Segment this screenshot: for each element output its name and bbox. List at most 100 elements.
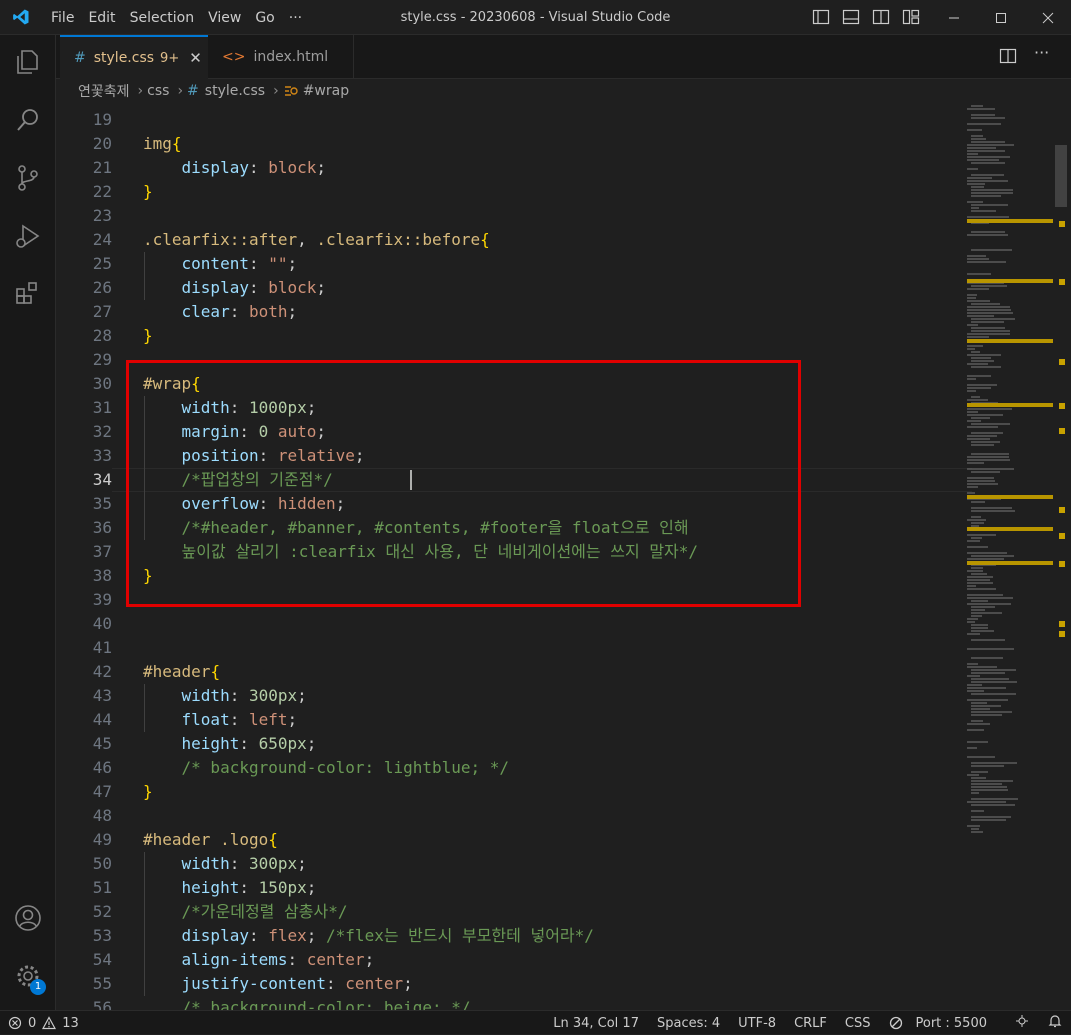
minimap-line: [967, 255, 986, 257]
split-editor-icon[interactable]: [999, 47, 1019, 67]
line-number: 27: [92, 302, 112, 321]
line-number: 32: [92, 422, 112, 441]
minimap-line: [971, 714, 1002, 716]
minimap-line: [971, 816, 1011, 818]
menu-edit[interactable]: Edit: [81, 10, 122, 26]
minimap-line: [967, 348, 975, 350]
minimap-line: [971, 831, 983, 833]
line-code: #header{: [143, 662, 221, 681]
minimap-line: [967, 462, 984, 464]
minimap-line: [971, 351, 980, 353]
minimap-line: [967, 546, 988, 548]
minimap-line: [971, 162, 1005, 164]
no-entry-icon: [889, 1016, 902, 1030]
minimap-line: [967, 534, 996, 536]
minimap-line: [967, 201, 983, 203]
live-server-port[interactable]: Port : 5500: [880, 1016, 1006, 1031]
code-editor[interactable]: 19 20 img{21 display: block; 22} 23 24 .clearf…: [56, 103, 1071, 1010]
minimap-line: [971, 720, 983, 722]
indent-guide: [144, 852, 145, 996]
minimap-line: [971, 771, 988, 773]
cursor-position[interactable]: Ln 34, Col 17: [544, 1016, 648, 1031]
minimap-line: [971, 762, 1017, 764]
breadcrumb-folder[interactable]: 연꽃축제: [78, 81, 130, 101]
minimap-line: [971, 174, 1004, 176]
menu-file[interactable]: File: [44, 10, 81, 26]
breadcrumb-symbol[interactable]: #wrap: [303, 83, 349, 99]
menu-go[interactable]: Go: [248, 10, 281, 26]
close-tab-icon[interactable]: ✕: [189, 49, 202, 67]
scrollbar-thumb[interactable]: [1055, 145, 1067, 207]
minimap-line: [971, 828, 979, 830]
breadcrumb-subfolder[interactable]: css: [147, 83, 169, 99]
minimap-line: [971, 105, 983, 107]
toggle-panel-icon[interactable]: [842, 8, 860, 26]
file-encoding[interactable]: UTF-8: [729, 1016, 785, 1031]
minimap-line: [967, 570, 983, 572]
line-number: 28: [92, 326, 112, 345]
scrollbar-warning-marker: [1059, 631, 1065, 637]
minimap-line: [967, 408, 1012, 410]
minimap-line: [967, 825, 980, 827]
language-mode[interactable]: CSS: [836, 1016, 880, 1031]
minimap-line: [971, 135, 983, 137]
minimap-line: [971, 357, 991, 359]
menu-more[interactable]: ···: [282, 10, 309, 26]
line-number: 49: [92, 830, 112, 849]
line-number: 31: [92, 398, 112, 417]
line-code: align-items: center;: [181, 950, 375, 969]
line-number: 46: [92, 758, 112, 777]
line-number: 48: [92, 806, 112, 825]
minimap-line: [967, 129, 982, 131]
window-controls: [930, 0, 1071, 35]
minimap-line: [971, 810, 984, 812]
extensions-icon[interactable]: [13, 279, 43, 309]
code-line: 47}: [56, 780, 956, 804]
vertical-scrollbar[interactable]: [1053, 103, 1067, 1010]
minimap-line: [971, 537, 982, 539]
tab-index-html[interactable]: <> index.html: [208, 35, 354, 79]
maximize-icon[interactable]: [977, 0, 1024, 35]
line-number: 21: [92, 158, 112, 177]
minimap[interactable]: [967, 103, 1053, 1010]
minimap-line: [971, 702, 987, 704]
minimap-line: [967, 378, 976, 380]
minimap-line: [971, 318, 1015, 320]
minimap-line: [967, 729, 984, 731]
toggle-primary-sidebar-icon[interactable]: [812, 8, 830, 26]
minimap-line: [967, 420, 981, 422]
close-window-icon[interactable]: [1024, 0, 1071, 35]
tab-style-css[interactable]: # style.css 9+ ✕: [60, 35, 208, 79]
breadcrumb-file[interactable]: style.css: [205, 83, 265, 99]
code-line: 44 float: left;: [56, 708, 956, 732]
run-debug-icon[interactable]: [13, 221, 43, 251]
indentation[interactable]: Spaces: 4: [648, 1016, 729, 1031]
menu-view[interactable]: View: [201, 10, 248, 26]
minimap-line: [967, 480, 995, 482]
menu-selection[interactable]: Selection: [123, 10, 202, 26]
status-problems[interactable]: 0 13: [8, 1011, 79, 1035]
accounts-icon[interactable]: [13, 903, 43, 933]
notifications-bell-icon[interactable]: [1039, 1014, 1071, 1032]
accounts-badge: 1: [30, 979, 46, 995]
line-number: 33: [92, 446, 112, 465]
end-of-line[interactable]: CRLF: [785, 1016, 836, 1031]
customize-layout-icon[interactable]: [902, 8, 920, 26]
minimap-line: [967, 411, 978, 413]
explorer-icon[interactable]: [13, 47, 43, 77]
toggle-secondary-sidebar-icon[interactable]: [872, 8, 890, 26]
minimap-line: [967, 180, 1008, 182]
code-line: 28}: [56, 324, 956, 348]
minimap-line: [967, 123, 1001, 125]
scrollbar-warning-marker: [1059, 621, 1065, 627]
more-actions-icon[interactable]: ···: [1034, 43, 1049, 62]
minimap-highlight: [967, 527, 1053, 531]
search-icon[interactable]: [13, 105, 43, 135]
feedback-icon[interactable]: [1005, 1014, 1039, 1032]
minimap-line: [971, 522, 984, 524]
minimap-line: [967, 159, 999, 161]
minimize-icon[interactable]: [930, 0, 977, 35]
minimap-line: [967, 594, 1003, 596]
source-control-icon[interactable]: [13, 163, 43, 193]
code-line: 43 width: 300px;: [56, 684, 956, 708]
